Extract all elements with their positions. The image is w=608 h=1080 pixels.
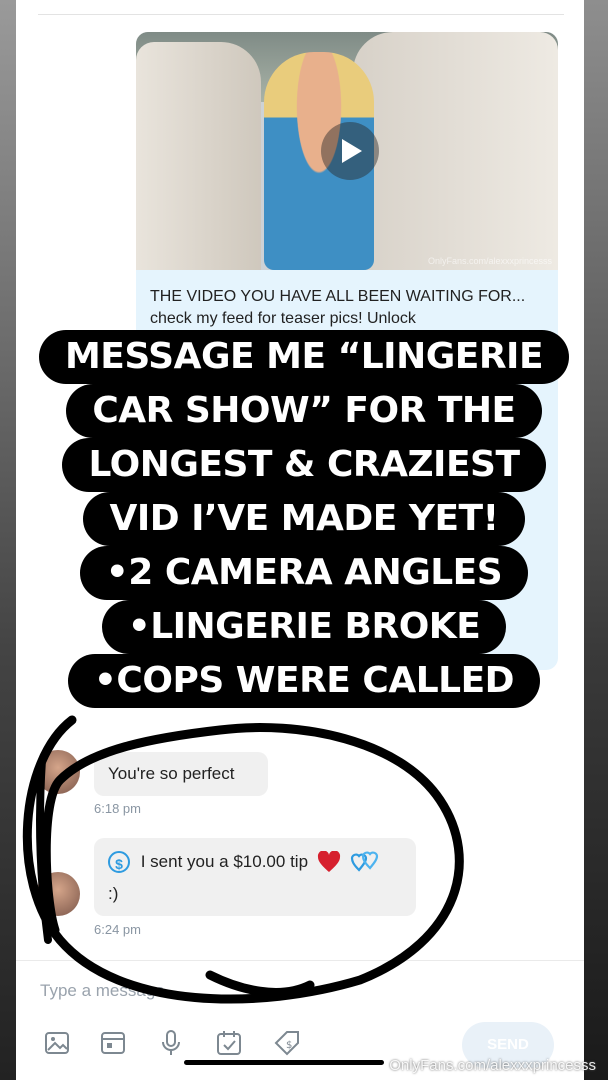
avatar[interactable]	[36, 872, 80, 916]
image-icon[interactable]	[42, 1028, 72, 1058]
heart-icon	[317, 850, 340, 872]
tip-message-bubble: $ I sent you a $10.00 tip :)	[94, 838, 416, 916]
message-input[interactable]: Type a message	[40, 981, 165, 1001]
message-caption-text: THE VIDEO YOU HAVE ALL BEEN WAITING FOR.…	[150, 288, 526, 327]
car-seat-right	[353, 32, 558, 270]
overlay-line: •2 CAMERA ANGLES	[79, 546, 529, 600]
linked-hearts-icon	[350, 851, 378, 872]
message-text: :)	[108, 884, 119, 903]
play-button[interactable]	[321, 122, 379, 180]
message-time: 6:18 pm	[94, 801, 141, 816]
play-icon	[342, 139, 362, 163]
overlay-line: CAR SHOW” FOR THE	[66, 384, 542, 438]
car-seat-left	[136, 42, 261, 270]
svg-text:$: $	[286, 1040, 292, 1051]
message-text: You're so perfect	[108, 764, 235, 783]
overlay-line: •COPS WERE CALLED	[67, 654, 541, 708]
calendar-icon[interactable]	[214, 1028, 244, 1058]
vault-icon[interactable]	[98, 1028, 128, 1058]
tip-row: $ I sent you a $10.00 tip	[108, 850, 380, 874]
overlay-line: MESSAGE ME “LINGERIE	[38, 330, 570, 384]
message-time: 6:24 pm	[94, 922, 141, 937]
message-video[interactable]: OnlyFans.com/alexxxprincesss	[136, 32, 558, 270]
home-indicator	[184, 1060, 384, 1065]
price-tag-icon[interactable]: $	[272, 1028, 302, 1058]
tip-text: I sent you a $10.00 tip	[140, 852, 309, 871]
overlay-line: LONGEST & CRAZIEST	[62, 438, 546, 492]
microphone-icon[interactable]	[156, 1028, 186, 1058]
footer-watermark: OnlyFans.com/alexxxprincesss	[389, 1057, 596, 1074]
overlay-line: •LINGERIE BROKE	[101, 600, 507, 654]
message-bubble: You're so perfect	[94, 752, 268, 796]
video-watermark: OnlyFans.com/alexxxprincesss	[427, 256, 552, 266]
dollar-icon: $	[108, 851, 130, 873]
text-overlay: MESSAGE ME “LINGERIE CAR SHOW” FOR THE L…	[0, 330, 608, 708]
avatar[interactable]	[36, 750, 80, 794]
divider	[38, 14, 564, 15]
message-composer: Type a message	[16, 960, 584, 1000]
overlay-line: VID I’VE MADE YET!	[83, 492, 525, 546]
